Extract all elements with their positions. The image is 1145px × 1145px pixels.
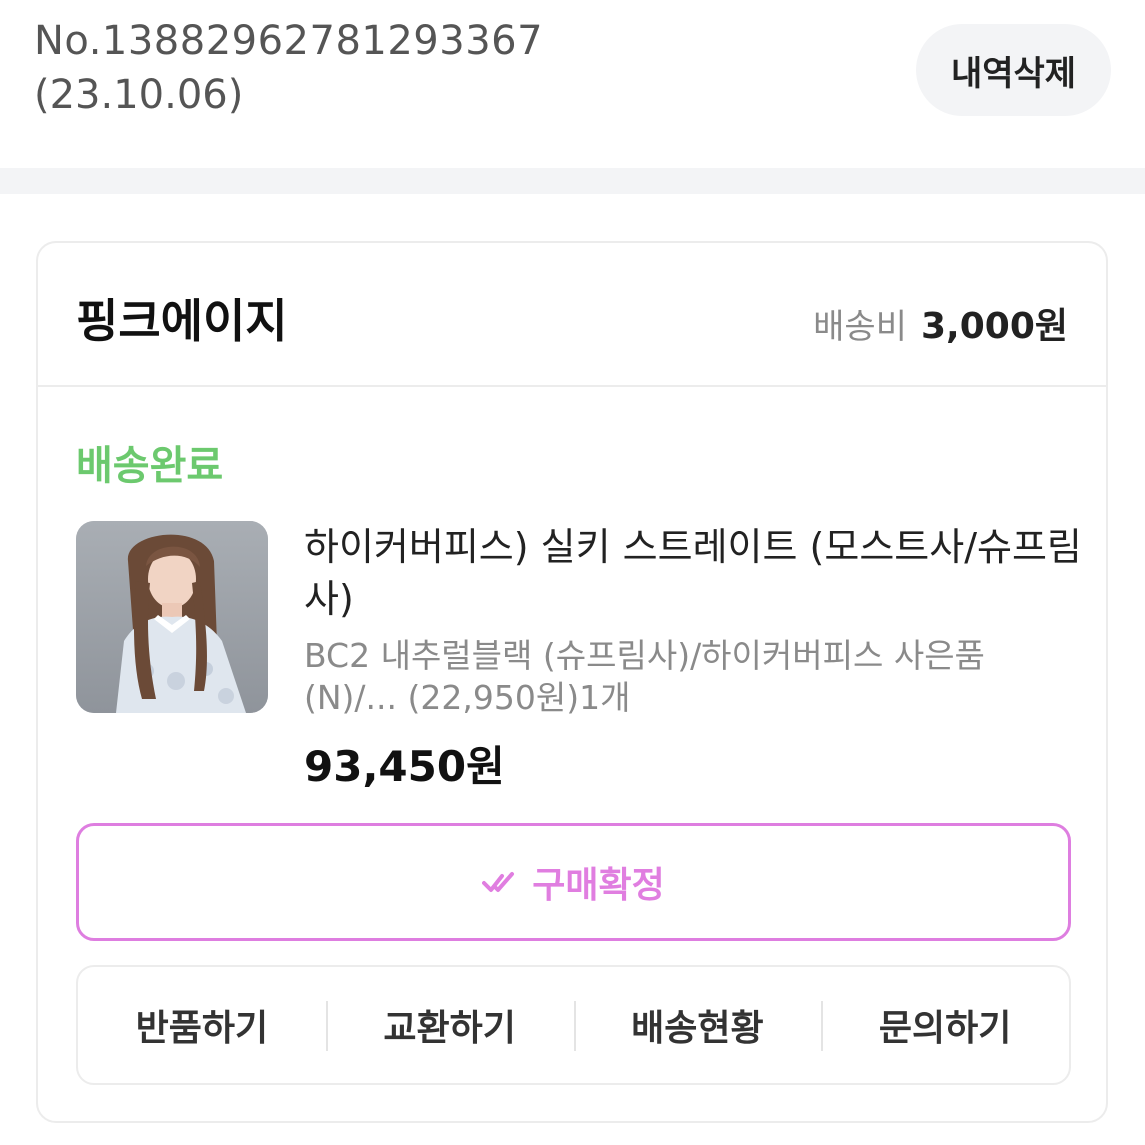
order-card: 핑크에이지 배송비 3,000원 배송완료 하이커버피스) 실키 스트레이트 (… — [36, 241, 1108, 1123]
delivery-status: 배송완료 — [76, 443, 224, 489]
delivery-tracking-button[interactable]: 배송현황 — [573, 967, 822, 1083]
order-header: No.13882962781293367 (23.10.06) 내역삭제 — [0, 0, 1145, 168]
return-button[interactable]: 반품하기 — [78, 967, 326, 1083]
exchange-button[interactable]: 교환하기 — [325, 967, 574, 1083]
order-date: (23.10.06) — [34, 72, 244, 118]
shipping-fee: 배송비 3,000원 — [813, 297, 1068, 349]
order-number: No.13882962781293367 — [34, 18, 544, 64]
double-check-icon — [482, 870, 516, 894]
order-detail-page: No.13882962781293367 (23.10.06) 내역삭제 핑크에… — [0, 0, 1145, 1145]
seller-row: 핑크에이지 배송비 3,000원 — [38, 243, 1106, 387]
shipping-fee-value: 3,000원 — [921, 306, 1068, 347]
inquiry-button[interactable]: 문의하기 — [821, 967, 1069, 1083]
section-separator — [0, 168, 1145, 194]
confirm-purchase-button[interactable]: 구매확정 — [76, 823, 1071, 941]
order-actions: 반품하기 교환하기 배송현황 문의하기 — [76, 965, 1071, 1085]
product-option: BC2 내추럴블랙 (슈프림사)/하이커버피스 사은품(N)/... (22,9… — [304, 636, 985, 717]
delete-history-button[interactable]: 내역삭제 — [916, 24, 1111, 116]
shipping-fee-label: 배송비 — [813, 307, 907, 347]
seller-name[interactable]: 핑크에이지 — [76, 285, 288, 351]
product-name[interactable]: 하이커버피스) 실키 스트레이트 (모스트사/슈프림사) — [304, 521, 1084, 625]
confirm-purchase-label: 구매확정 — [532, 865, 665, 906]
product-thumbnail[interactable] — [76, 521, 268, 713]
product-price: 93,450원 — [304, 742, 505, 791]
